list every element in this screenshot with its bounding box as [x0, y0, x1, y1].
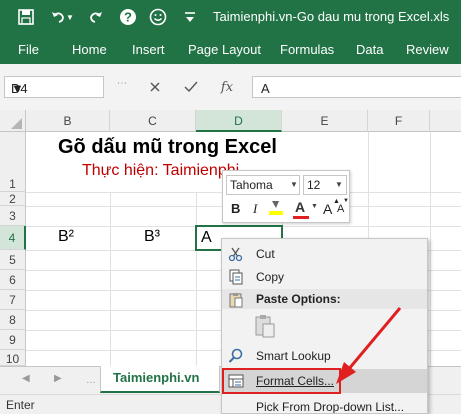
- tab-home[interactable]: Home: [72, 42, 107, 57]
- svg-text:?: ?: [124, 10, 132, 25]
- row-header-10[interactable]: 10: [0, 350, 26, 366]
- column-header-g[interactable]: [430, 110, 461, 132]
- more-icon[interactable]: …: [86, 375, 96, 386]
- column-header-d[interactable]: D: [196, 110, 282, 132]
- tab-data[interactable]: Data: [356, 42, 383, 57]
- tab-file[interactable]: File: [18, 42, 39, 57]
- paste-icon: [228, 292, 244, 308]
- mini-toolbar: Tahoma ▼ 12 ▼ B I A ▼ A ▲ A ▼: [222, 170, 350, 223]
- font-size-select[interactable]: 12 ▼: [303, 175, 347, 195]
- sheet-prev-icon[interactable]: ◀: [22, 373, 30, 384]
- formula-input[interactable]: A: [252, 76, 461, 98]
- select-all-corner[interactable]: [0, 110, 26, 132]
- tab-page-layout[interactable]: Page Layout: [188, 42, 261, 57]
- tab-formulas[interactable]: Formulas: [280, 42, 334, 57]
- status-text: Enter: [6, 398, 35, 412]
- font-color-label: A: [295, 199, 306, 215]
- sheet-tab-active[interactable]: Taimienphi.vn: [100, 366, 220, 393]
- cell-b4[interactable]: B²: [58, 228, 74, 246]
- title-bar: ▼ ? Taimienphi.vn-Go dau mu trong Excel.…: [0, 0, 461, 34]
- font-color-swatch: [293, 216, 309, 219]
- sheet-tab-label: Taimienphi.vn: [113, 370, 200, 385]
- font-name-select[interactable]: Tahoma ▼: [226, 175, 300, 195]
- row-header-5[interactable]: 5: [0, 250, 26, 270]
- font-color-button[interactable]: A: [293, 199, 309, 219]
- scissors-icon: [228, 246, 244, 262]
- help-icon[interactable]: ?: [118, 7, 138, 27]
- copy-icon: [228, 269, 244, 285]
- ribbon-tabs: File Home Insert Page Layout Formulas Da…: [0, 34, 461, 64]
- formula-bar: D4 ▼ ⋮ fx A: [0, 64, 461, 110]
- cell-c4[interactable]: B³: [144, 228, 160, 246]
- column-header-b[interactable]: B: [26, 110, 110, 132]
- chevron-down-icon[interactable]: ▼: [290, 180, 298, 189]
- paste-option-button[interactable]: [252, 313, 278, 339]
- cancel-icon[interactable]: [144, 76, 166, 98]
- tab-review[interactable]: Review: [406, 42, 449, 57]
- row-header-1[interactable]: 1: [0, 132, 26, 192]
- menu-item-cut[interactable]: Cut: [222, 243, 427, 265]
- sheet-subtitle: Thực hiện: Taimienphi: [82, 162, 240, 179]
- redo-icon[interactable]: [86, 7, 106, 27]
- highlight-icon[interactable]: [269, 201, 283, 215]
- sheet-title: Gõ dấu mũ trong Excel: [58, 136, 277, 158]
- chevron-down-icon[interactable]: ▼: [11, 81, 24, 96]
- customize-toolbar-icon[interactable]: [180, 7, 200, 27]
- window-title: Taimienphi.vn-Go dau mu trong Excel.xls: [213, 9, 450, 24]
- tab-insert[interactable]: Insert: [132, 42, 165, 57]
- row-header-8[interactable]: 8: [0, 310, 26, 330]
- row-header-4[interactable]: 4: [0, 226, 26, 250]
- row-header-2[interactable]: 2: [0, 192, 26, 206]
- insert-function-icon[interactable]: fx: [216, 76, 238, 98]
- row-header-9[interactable]: 9: [0, 330, 26, 350]
- grow-font-button[interactable]: A: [323, 201, 332, 217]
- column-header-e[interactable]: E: [282, 110, 368, 132]
- menu-item-label: Cut: [256, 247, 275, 261]
- chevron-down-icon[interactable]: ▼: [311, 203, 318, 210]
- menu-item-pick-from-list[interactable]: Pick From Drop-down List...: [222, 396, 427, 414]
- enter-check-icon[interactable]: [180, 76, 202, 98]
- column-header-f[interactable]: F: [368, 110, 430, 132]
- column-header-c[interactable]: C: [110, 110, 196, 132]
- font-size-value: 12: [307, 178, 321, 192]
- menu-item-label: Copy: [256, 270, 285, 284]
- save-icon[interactable]: [16, 7, 36, 27]
- cell-d4-value: A: [201, 229, 212, 246]
- shrink-font-button[interactable]: A: [337, 203, 344, 215]
- name-box[interactable]: D4 ▼: [4, 76, 104, 98]
- menu-item-copy[interactable]: Copy: [222, 266, 427, 288]
- undo-dropdown-icon[interactable]: ▼: [64, 7, 76, 27]
- annotation-arrow-icon: [336, 307, 402, 384]
- row-header-7[interactable]: 7: [0, 290, 26, 310]
- row-header-6[interactable]: 6: [0, 270, 26, 290]
- font-name-value: Tahoma: [230, 178, 273, 192]
- bold-button[interactable]: B: [231, 201, 240, 216]
- sheet-next-icon[interactable]: ▶: [54, 373, 62, 384]
- italic-button[interactable]: I: [253, 201, 257, 217]
- chevron-down-icon[interactable]: ▼: [335, 180, 343, 189]
- search-icon: [228, 348, 244, 364]
- splitter-icon[interactable]: ⋮: [116, 78, 127, 88]
- formula-value: A: [261, 81, 270, 96]
- row-header-3[interactable]: 3: [0, 206, 26, 226]
- menu-item-label: Pick From Drop-down List...: [256, 400, 405, 414]
- shrink-arrow-icon: ▼: [343, 198, 349, 204]
- smiley-icon[interactable]: [148, 7, 168, 27]
